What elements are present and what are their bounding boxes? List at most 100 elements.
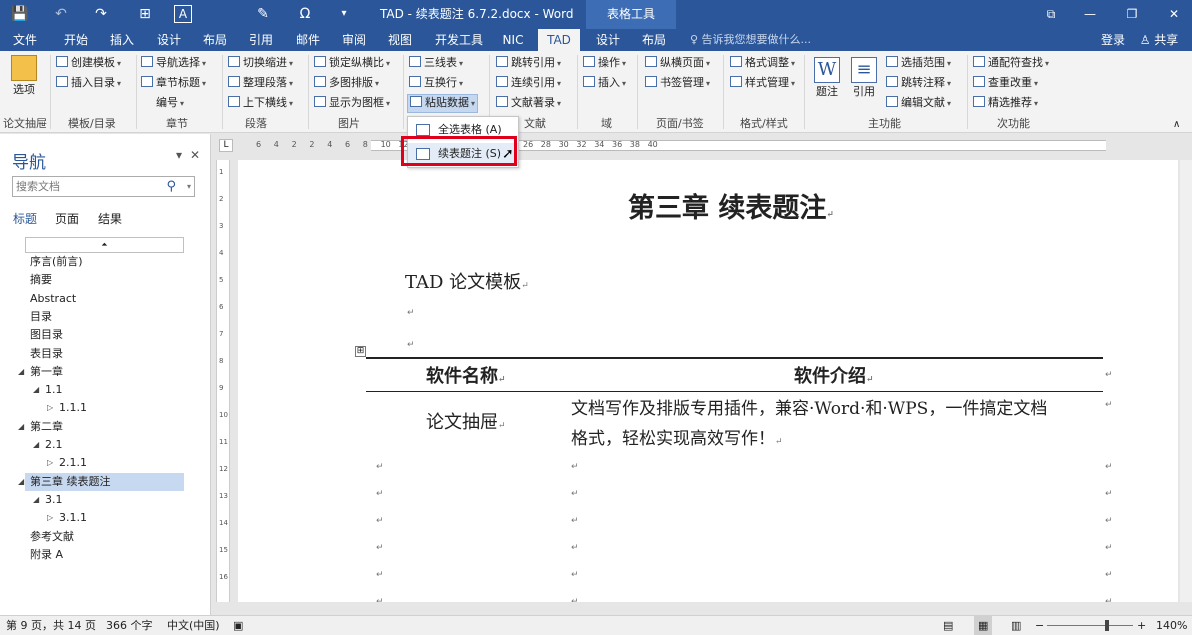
chapter-title-button[interactable]: 章节标题 ▾ [141, 75, 206, 92]
print-layout-icon[interactable]: ▦ [974, 616, 993, 635]
wildcard-find-button[interactable]: 通配符查找 ▾ [973, 55, 1049, 72]
collapse-triangle-icon[interactable]: ◢ [18, 363, 24, 381]
plagiarism-button[interactable]: 查重改重 ▾ [973, 75, 1038, 92]
citation-button[interactable]: ≡ 引用 [847, 57, 881, 98]
login-link[interactable]: 登录 [1096, 29, 1130, 51]
table-cell[interactable]: 论文抽屉↵ [426, 408, 506, 434]
toggle-indent-button[interactable]: 切换缩进 ▾ [228, 55, 293, 72]
table-cell-line1[interactable]: 文档写作及排版专用插件，兼容·Word·和·WPS，一件搞定文档 [571, 394, 1047, 419]
tab-references[interactable]: 引用 [241, 29, 281, 51]
macro-icon[interactable]: ▣ [233, 616, 243, 635]
format-adjust-button[interactable]: 格式调整 ▾ [730, 55, 795, 72]
tab-nic[interactable]: NIC [496, 29, 530, 51]
nav-heading-item[interactable]: 第一章 ◢ [0, 363, 200, 381]
nav-heading-item[interactable]: 3.1 ◢ [0, 491, 200, 509]
collapse-triangle-icon[interactable]: ◢ [33, 436, 39, 454]
bibliography-button[interactable]: 文献著录 ▾ [496, 95, 561, 112]
minimize-icon[interactable]: — [1076, 4, 1104, 24]
nav-heading-item[interactable]: 目录 [0, 308, 200, 326]
tab-selector[interactable]: L [219, 139, 233, 152]
nav-heading-item[interactable]: 2.1.1 ▷ [0, 454, 200, 472]
tab-design[interactable]: 设计 [149, 29, 189, 51]
nav-heading-item-selected[interactable]: 第三章 续表题注 ◢ [18, 472, 184, 491]
vertical-ruler[interactable]: 1 2 3 4 5 6 7 8 9 10 11 12 13 14 15 16 [216, 160, 230, 602]
jump-ref-button[interactable]: 跳转引用 ▾ [496, 55, 561, 72]
vertical-scrollbar[interactable] [1180, 160, 1192, 602]
redo-icon[interactable]: ↷ [92, 5, 110, 23]
tab-table-design[interactable]: 设计 [588, 29, 628, 51]
expand-triangle-icon[interactable]: ▷ [47, 454, 53, 472]
nav-heading-item[interactable]: 第二章 ◢ [0, 418, 200, 436]
document-page[interactable]: 第三章 续表题注↵ TAD 论文模板↵ ↵ ↵ ⊞ 软件名称↵ 软件介绍↵ ↵ … [238, 160, 1178, 602]
nav-heading-item[interactable]: 图目录 [0, 326, 200, 344]
collapse-triangle-icon[interactable]: ◢ [33, 381, 39, 399]
collapse-ribbon-icon[interactable]: ∧ [1173, 117, 1180, 133]
hlines-button[interactable]: 上下横线 ▾ [228, 95, 293, 112]
tab-review[interactable]: 审阅 [334, 29, 374, 51]
table-header-cell[interactable]: 软件名称↵ [426, 362, 506, 388]
paste-data-button[interactable]: 粘贴数据 ▾ [407, 94, 479, 113]
nav-tab-pages[interactable]: 页面 [55, 210, 79, 227]
close-icon[interactable]: ✕ [1160, 4, 1188, 24]
tab-mailings[interactable]: 邮件 [288, 29, 328, 51]
table-header-cell[interactable]: 软件介绍↵ [794, 362, 874, 388]
nav-tab-headings[interactable]: 标题 [13, 210, 37, 227]
tell-me-search[interactable]: ♀ 告诉我您想要做什么... [690, 29, 811, 51]
nav-tab-results[interactable]: 结果 [98, 210, 122, 227]
zoom-slider-thumb[interactable] [1105, 620, 1110, 631]
search-options-icon[interactable]: ▾ [187, 177, 191, 196]
tab-layout[interactable]: 布局 [195, 29, 235, 51]
insert-range-button[interactable]: 选插范围 ▾ [886, 55, 951, 72]
nav-heading-item[interactable]: 2.1 ◢ [0, 436, 200, 454]
chapter-heading[interactable]: 第三章 续表题注↵ [628, 186, 834, 225]
customize-qa-icon[interactable]: ▾ [338, 5, 350, 23]
nav-close-icon[interactable]: ✕ [190, 148, 200, 162]
nav-heading-item[interactable]: 摘要 [0, 271, 200, 289]
nav-heading-item[interactable]: Abstract [0, 290, 200, 308]
table-move-handle[interactable]: ⊞ [355, 346, 366, 357]
lock-aspect-button[interactable]: 锁定纵横比 ▾ [314, 55, 390, 72]
nav-heading-item[interactable]: 序言(前言) [0, 253, 200, 271]
tab-home[interactable]: 开始 [56, 29, 96, 51]
numbering-button[interactable]: 编号 ▾ [141, 95, 184, 112]
tab-tad[interactable]: TAD [538, 29, 580, 51]
zoom-out-button[interactable]: − [1035, 616, 1044, 635]
caption-button[interactable]: W 题注 [810, 57, 844, 98]
word-count[interactable]: 366 个字 [106, 616, 153, 635]
ribbon-display-icon[interactable]: ⧉ [1037, 4, 1065, 24]
options-button[interactable]: 选项 [6, 55, 42, 96]
tab-developer[interactable]: 开发工具 [430, 29, 488, 51]
tab-file[interactable]: 文件 [4, 29, 46, 51]
table-quick-icon[interactable]: ⊞ [134, 5, 156, 23]
three-line-table-button[interactable]: 三线表 ▾ [409, 55, 463, 72]
tab-view[interactable]: 视图 [380, 29, 420, 51]
insert-toc-button[interactable]: 插入目录 ▾ [56, 75, 121, 92]
save-icon[interactable]: 💾 [10, 5, 30, 23]
create-template-button[interactable]: 创建模板 ▾ [56, 55, 121, 72]
field-operate-button[interactable]: 操作 ▾ [583, 55, 626, 72]
share-button[interactable]: ♙ 共享 [1136, 29, 1182, 51]
nav-search-input[interactable]: 搜索文档 ⚲ ▾ [12, 176, 195, 197]
nav-heading-item[interactable]: 表目录 [0, 345, 200, 363]
web-layout-icon[interactable]: ▥ [1011, 616, 1021, 635]
language-indicator[interactable]: 中文(中国) [167, 616, 220, 635]
edit-refs-button[interactable]: 编辑文献 ▾ [886, 95, 951, 112]
zoom-slider[interactable] [1047, 625, 1133, 626]
tidy-paragraph-button[interactable]: 整理段落 ▾ [228, 75, 293, 92]
collapse-triangle-icon[interactable]: ◢ [18, 418, 24, 436]
collapse-triangle-icon[interactable]: ◢ [18, 473, 24, 491]
field-insert-button[interactable]: 插入 ▾ [583, 75, 626, 92]
pen-icon[interactable]: ✎ [254, 5, 272, 23]
expand-triangle-icon[interactable]: ▷ [47, 509, 53, 527]
nav-heading-item[interactable]: 3.1.1 ▷ [0, 509, 200, 527]
tab-insert[interactable]: 插入 [102, 29, 142, 51]
nav-heading-item[interactable]: 参考文献 [0, 528, 200, 546]
bookmark-manage-button[interactable]: 书签管理 ▾ [645, 75, 710, 92]
nav-menu-icon[interactable]: ▾ [176, 148, 182, 162]
collapse-all-button[interactable]: ⏶ [25, 237, 184, 253]
recommend-button[interactable]: 精选推荐 ▾ [973, 95, 1038, 112]
landscape-page-button[interactable]: 纵横页面 ▾ [645, 55, 710, 72]
nav-heading-item[interactable]: 1.1 ◢ [0, 381, 200, 399]
maximize-icon[interactable]: ❐ [1118, 4, 1146, 24]
search-icon[interactable]: ⚲ [166, 177, 176, 196]
